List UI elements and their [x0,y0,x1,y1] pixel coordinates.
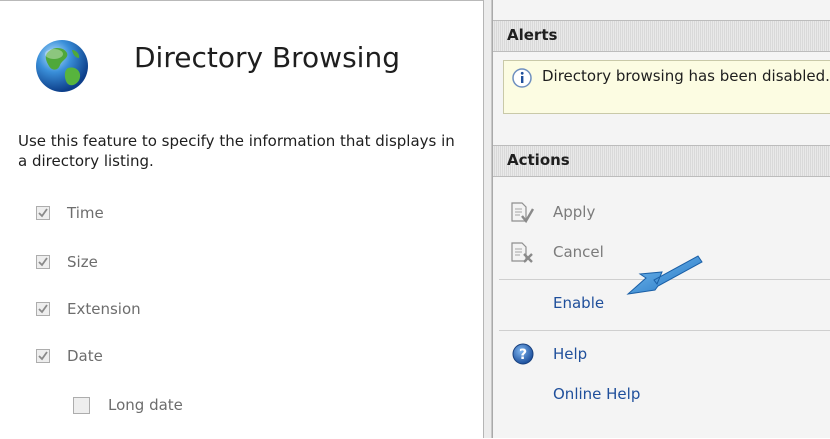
help-link[interactable]: Help [553,345,587,363]
feature-panel: Directory Browsing Use this feature to s… [0,0,483,439]
feature-description: Use this feature to specify the informat… [18,132,455,170]
apply-icon [509,201,535,229]
page-title: Directory Browsing [134,41,400,74]
actions-divider [499,330,830,331]
online-help-link[interactable]: Online Help [553,385,640,403]
checkmark-icon [38,351,48,361]
checkmark-icon [38,257,48,267]
cancel-label: Cancel [553,243,604,261]
size-checkbox[interactable] [36,255,50,269]
extension-checkbox[interactable] [36,302,50,316]
info-icon [512,68,532,92]
alerts-header: Alerts [493,20,830,52]
size-label: Size [67,253,98,271]
long-date-checkbox[interactable] [73,397,90,414]
alerts-header-label: Alerts [507,26,558,44]
help-icon: ? [512,343,534,369]
time-label: Time [67,204,104,222]
apply-label: Apply [553,203,596,221]
long-date-label: Long date [108,396,183,414]
panel-splitter[interactable] [483,0,492,438]
svg-text:?: ? [519,347,527,363]
enable-link[interactable]: Enable [553,294,604,312]
time-checkbox[interactable] [36,206,50,220]
checkmark-icon [38,208,48,218]
alert-box: Directory browsing has been disabled. [503,60,830,114]
date-checkbox[interactable] [36,349,50,363]
actions-header: Actions [493,145,830,177]
globe-icon [34,38,90,94]
cancel-icon [509,241,535,269]
actions-pane: Alerts Directory browsing has been disab… [492,0,830,438]
checkmark-icon [38,304,48,314]
extension-label: Extension [67,300,141,318]
actions-header-label: Actions [507,151,570,169]
date-label: Date [67,347,103,365]
alert-message: Directory browsing has been disabled. [542,67,830,85]
pointer-arrow-icon [626,250,706,306]
